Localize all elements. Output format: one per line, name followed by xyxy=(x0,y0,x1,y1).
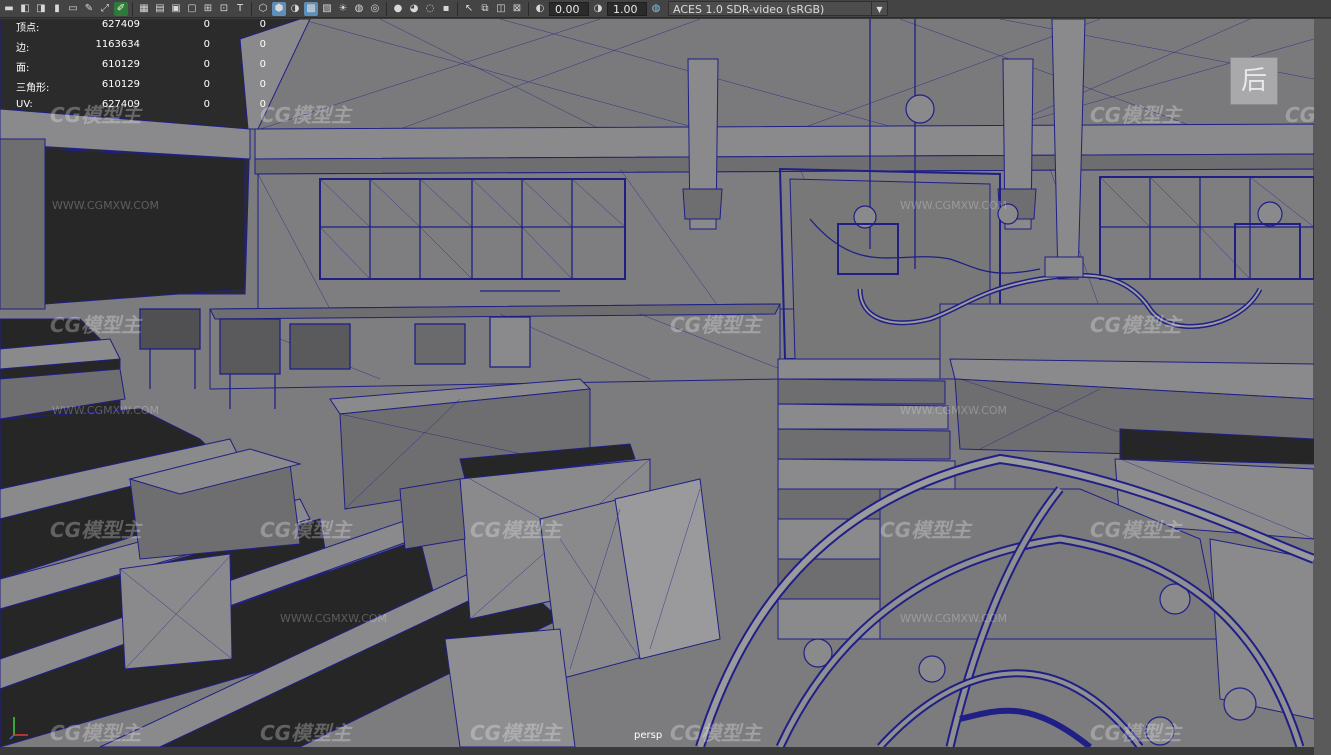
panel-edge xyxy=(1314,19,1331,755)
screen-space-ao-icon[interactable]: ◍ xyxy=(352,2,366,16)
textured-icon[interactable]: ▩ xyxy=(304,1,318,16)
xray-icon[interactable]: ▪ xyxy=(439,2,453,16)
film-gate-icon[interactable]: ▤ xyxy=(153,2,167,16)
pan-zoom-icon[interactable]: ⤢ xyxy=(98,2,112,16)
hud-label: 顶点: xyxy=(16,23,40,34)
image-plane-icon[interactable]: ▭ xyxy=(66,2,80,16)
exposure-toggle-icon[interactable]: ◫ xyxy=(494,2,508,16)
hud-label: 边: xyxy=(16,43,30,54)
hud-row-uvs: UV: 627409 0 0 xyxy=(16,99,266,113)
view-cube[interactable]: 后 xyxy=(1230,57,1278,105)
3d-viewport[interactable]: .w { stroke: #1f1f86; stroke-width: 1.3;… xyxy=(0,19,1314,747)
safe-action-icon[interactable]: ⊡ xyxy=(217,2,231,16)
color-management-icon[interactable]: ◍ xyxy=(649,2,663,16)
hud-value: 0 xyxy=(203,39,210,50)
hud-value: 0 xyxy=(203,59,210,70)
bounding-box-icon[interactable]: ◑ xyxy=(288,2,302,16)
depth-of-field-icon[interactable]: ◕ xyxy=(407,2,421,16)
hud-row-faces: 面: 610129 0 0 xyxy=(16,59,266,74)
toolbar-divider xyxy=(457,1,458,16)
isolate-select-icon[interactable]: ◌ xyxy=(423,2,437,16)
gamma-field[interactable]: 1.00 xyxy=(607,1,647,16)
camera-attr-icon[interactable]: ◧ xyxy=(18,2,32,16)
gamma-icon[interactable]: ◑ xyxy=(591,2,605,16)
motion-blur-icon[interactable]: ◎ xyxy=(368,2,382,16)
hud-value: 627409 xyxy=(101,99,140,110)
hud-value: 610129 xyxy=(101,79,140,90)
hud-value: 610129 xyxy=(101,59,140,70)
grid-2d-icon[interactable]: ✎ xyxy=(82,2,96,16)
hud-value: 0 xyxy=(259,59,266,70)
field-chart-icon[interactable]: ⊞ xyxy=(201,2,215,16)
hud-value: 1163634 xyxy=(95,39,140,50)
wireframe-icon[interactable]: ⬡ xyxy=(256,2,270,16)
toolbar-divider xyxy=(386,1,387,16)
gamma-toggle-icon[interactable]: ⊠ xyxy=(510,2,524,16)
backface-icon[interactable]: ⧉ xyxy=(478,2,492,16)
hud-value: 0 xyxy=(259,99,266,110)
axis-gizmo-icon xyxy=(9,717,28,740)
exposure-icon[interactable]: ◐ xyxy=(533,2,547,16)
view-transform-value: ACES 1.0 SDR-video (sRGB) xyxy=(673,3,825,16)
grid-icon[interactable]: ▦ xyxy=(137,2,151,16)
toolbar-divider xyxy=(251,1,252,16)
hud-value: 0 xyxy=(259,79,266,90)
toolbar-divider xyxy=(132,1,133,16)
hud-label: 三角形: xyxy=(16,83,50,94)
toolbar-divider xyxy=(528,1,529,16)
hud-value: 627409 xyxy=(101,19,140,30)
hud-value: 0 xyxy=(259,19,266,30)
camera-name-label: persp xyxy=(634,730,663,741)
anti-alias-icon[interactable]: ● xyxy=(391,2,405,16)
resolution-gate-icon[interactable]: ▣ xyxy=(169,2,183,16)
use-lights-icon[interactable]: ▧ xyxy=(320,2,334,16)
shadows-icon[interactable]: ☀ xyxy=(336,2,350,16)
chevron-down-icon: ▼ xyxy=(871,2,887,15)
grease-pencil-icon[interactable]: ✐ xyxy=(114,1,128,16)
panel-bottom-edge xyxy=(0,747,1314,755)
hud-value: 0 xyxy=(259,39,266,50)
hud-row-vertices: 顶点: 627409 0 0 xyxy=(16,19,266,34)
hud-value: 0 xyxy=(203,79,210,90)
wireframe-scene: .w { stroke: #1f1f86; stroke-width: 1.3;… xyxy=(0,19,1314,747)
view-transform-dropdown[interactable]: ACES 1.0 SDR-video (sRGB) ▼ xyxy=(668,1,888,16)
gate-mask-icon[interactable]: ▢ xyxy=(185,2,199,16)
viewport-panel-toolbar: ▬ ◧ ◨ ▮ ▭ ✎ ⤢ ✐ ▦ ▤ ▣ ▢ ⊞ ⊡ T ⬡ ⬢ ◑ ▩ ▧ … xyxy=(0,0,1331,18)
bookmark-icon[interactable]: ◨ xyxy=(34,2,48,16)
hud-row-triangles: 三角形: 610129 0 0 xyxy=(16,79,266,94)
camera-icon[interactable]: ▬ xyxy=(2,2,16,16)
hud-value: 0 xyxy=(203,19,210,30)
hud-label: UV: xyxy=(16,99,33,110)
safe-title-icon[interactable]: T xyxy=(233,2,247,16)
exposure-field[interactable]: 0.00 xyxy=(549,1,589,16)
hud-label: 面: xyxy=(16,63,30,74)
hud-row-edges: 边: 1163634 0 0 xyxy=(16,39,266,54)
xray-joints-icon[interactable]: ↖ xyxy=(462,2,476,16)
hud-value: 0 xyxy=(203,99,210,110)
smooth-shade-icon[interactable]: ⬢ xyxy=(272,1,286,16)
film-icon[interactable]: ▮ xyxy=(50,2,64,16)
